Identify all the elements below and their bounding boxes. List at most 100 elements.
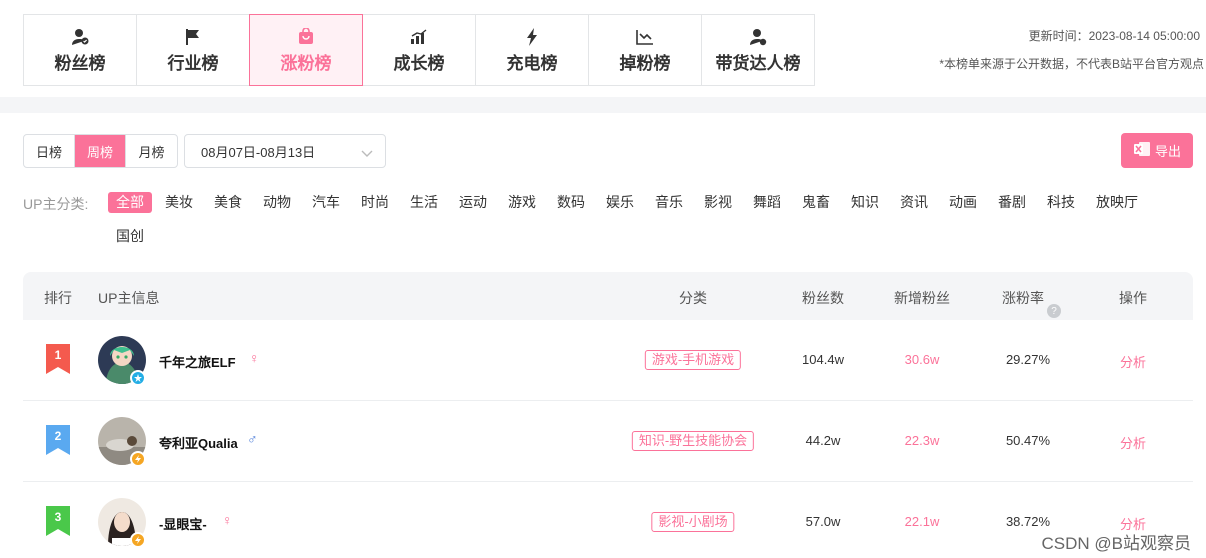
rank-badge-icon: 1 xyxy=(46,344,70,374)
category-item[interactable]: 舞蹈 xyxy=(745,192,789,213)
tab-label: 涨粉榜 xyxy=(280,53,332,73)
export-label: 导出 xyxy=(1154,144,1181,159)
tab-lose-fans-rank[interactable]: 掉粉榜 xyxy=(588,14,702,86)
category-item[interactable]: 时尚 xyxy=(353,192,397,213)
category-label: UP主分类: xyxy=(23,196,89,212)
category-item[interactable]: 放映厅 xyxy=(1088,192,1146,213)
female-icon: ♀ xyxy=(222,512,233,528)
tab-charge-rank[interactable]: 充电榜 xyxy=(475,14,589,86)
category-item[interactable]: 动画 xyxy=(941,192,985,213)
user-star-icon xyxy=(749,27,767,47)
new-fans-count: 22.3w xyxy=(904,433,940,448)
female-icon: ♀ xyxy=(249,350,260,366)
bag-icon xyxy=(298,27,314,47)
category-item[interactable]: 知识 xyxy=(843,192,887,213)
verified-badge-icon xyxy=(130,451,146,467)
rank-number: 3 xyxy=(55,510,62,524)
source-note: *本榜单来源于公开数据，不代表B站平台官方观点 xyxy=(939,57,1204,71)
excel-icon xyxy=(1133,141,1151,160)
category-item[interactable]: 美食 xyxy=(206,192,250,213)
analyze-link[interactable]: 分析 xyxy=(1120,433,1146,452)
header-fans: 粉丝数 xyxy=(802,290,844,306)
growth-rate: 38.72% xyxy=(1005,514,1051,529)
lightning-icon xyxy=(526,27,538,47)
category-item[interactable]: 汽车 xyxy=(304,192,348,213)
tab-label: 成长榜 xyxy=(393,53,445,73)
tab-label: 行业榜 xyxy=(167,53,219,73)
period-daily-button[interactable]: 日榜 xyxy=(24,135,75,167)
category-item[interactable]: 番剧 xyxy=(990,192,1034,213)
update-time: 更新时间：2023-08-14 05:00:00 xyxy=(1028,29,1200,43)
category-item[interactable]: 游戏 xyxy=(500,192,544,213)
period-monthly-button[interactable]: 月榜 xyxy=(126,135,177,167)
tab-label: 充电榜 xyxy=(506,53,558,73)
decline-chart-icon xyxy=(636,27,654,47)
category-item[interactable]: 娱乐 xyxy=(598,192,642,213)
verified-badge-icon xyxy=(130,532,146,548)
help-icon[interactable]: ? xyxy=(1047,304,1061,318)
growth-chart-icon xyxy=(410,27,428,47)
table-row: 3 -显眼宝- ♀ 影视-小剧场 57.0w 22.1w 38.72% 分析 xyxy=(23,482,1193,558)
ranking-type-tabs: 粉丝榜 行业榜 涨粉榜 成长榜 充电榜 掉粉榜 带货达人榜 xyxy=(23,14,815,86)
table-row: 2 夸利亚Qualia ♂ 知识-野生技能协会 44.2w 22.3w 50.4… xyxy=(23,401,1193,482)
tab-growth-rank[interactable]: 成长榜 xyxy=(362,14,476,86)
verified-badge-icon xyxy=(130,370,146,386)
rank-badge-icon: 3 xyxy=(46,506,70,536)
header-growth-rate-label: 涨粉率 xyxy=(1002,290,1044,306)
tab-label: 粉丝榜 xyxy=(54,53,106,73)
period-weekly-button[interactable]: 周榜 xyxy=(75,135,126,167)
table-header: 排行 UP主信息 分类 粉丝数 新增粉丝 涨粉率? 操作 xyxy=(23,272,1193,320)
header-category: 分类 xyxy=(679,290,707,306)
category-item[interactable]: 美妆 xyxy=(157,192,201,213)
up-name[interactable]: 夸利亚Qualia xyxy=(159,433,238,452)
category-tag: 游戏-手机游戏 xyxy=(644,350,742,370)
fans-count: 44.2w xyxy=(805,433,841,448)
category-tag: 知识-野生技能协会 xyxy=(631,431,755,451)
up-name[interactable]: -显眼宝- xyxy=(159,514,207,533)
header-action: 操作 xyxy=(1119,290,1147,306)
category-all[interactable]: 全部 xyxy=(108,192,152,213)
table-row: 1 千年之旅ELF ♀ 游戏-手机游戏 104.4w 30.6w 29.27% … xyxy=(23,320,1193,401)
up-name[interactable]: 千年之旅ELF xyxy=(159,352,236,371)
new-fans-count: 22.1w xyxy=(904,514,940,529)
tab-label: 带货达人榜 xyxy=(715,53,801,73)
category-item[interactable]: 影视 xyxy=(696,192,740,213)
tab-sales-rank[interactable]: 带货达人榜 xyxy=(701,14,815,86)
category-item[interactable]: 国创 xyxy=(108,226,152,247)
category-item[interactable]: 动物 xyxy=(255,192,299,213)
category-item[interactable]: 科技 xyxy=(1039,192,1083,213)
flag-icon xyxy=(185,27,201,47)
category-item[interactable]: 运动 xyxy=(451,192,495,213)
fans-count: 104.4w xyxy=(802,352,844,367)
tab-fans-rank[interactable]: 粉丝榜 xyxy=(23,14,137,86)
date-range-select[interactable]: 08月07日-08月13日 xyxy=(184,134,386,168)
date-range-value: 08月07日-08月13日 xyxy=(201,144,316,160)
rank-badge-icon: 2 xyxy=(46,425,70,455)
category-item[interactable]: 鬼畜 xyxy=(794,192,838,213)
category-item[interactable]: 资讯 xyxy=(892,192,936,213)
male-icon: ♂ xyxy=(247,431,258,447)
header-new-fans: 新增粉丝 xyxy=(894,290,950,306)
category-tag: 影视-小剧场 xyxy=(651,512,735,532)
user-icon xyxy=(71,27,89,47)
tab-growth-fans-rank[interactable]: 涨粉榜 xyxy=(249,14,363,86)
growth-rate: 29.27% xyxy=(1005,352,1051,367)
rank-number: 1 xyxy=(55,348,62,362)
growth-rate: 50.47% xyxy=(1005,433,1051,448)
category-item[interactable]: 数码 xyxy=(549,192,593,213)
category-item[interactable]: 生活 xyxy=(402,192,446,213)
chevron-down-icon xyxy=(361,146,373,161)
rank-number: 2 xyxy=(55,429,62,443)
analyze-link[interactable]: 分析 xyxy=(1120,352,1146,371)
watermark: CSDN @B站观察员 xyxy=(1041,534,1192,553)
header-growth-rate: 涨粉率? xyxy=(1002,288,1061,318)
period-switcher: 日榜 周榜 月榜 xyxy=(23,134,178,168)
tab-industry-rank[interactable]: 行业榜 xyxy=(136,14,250,86)
section-divider xyxy=(0,97,1206,113)
export-button[interactable]: 导出 xyxy=(1121,133,1193,168)
new-fans-count: 30.6w xyxy=(904,352,940,367)
category-item[interactable]: 音乐 xyxy=(647,192,691,213)
tab-label: 掉粉榜 xyxy=(619,53,671,73)
header-up-info: UP主信息 xyxy=(98,290,160,306)
header-rank: 排行 xyxy=(44,290,72,306)
